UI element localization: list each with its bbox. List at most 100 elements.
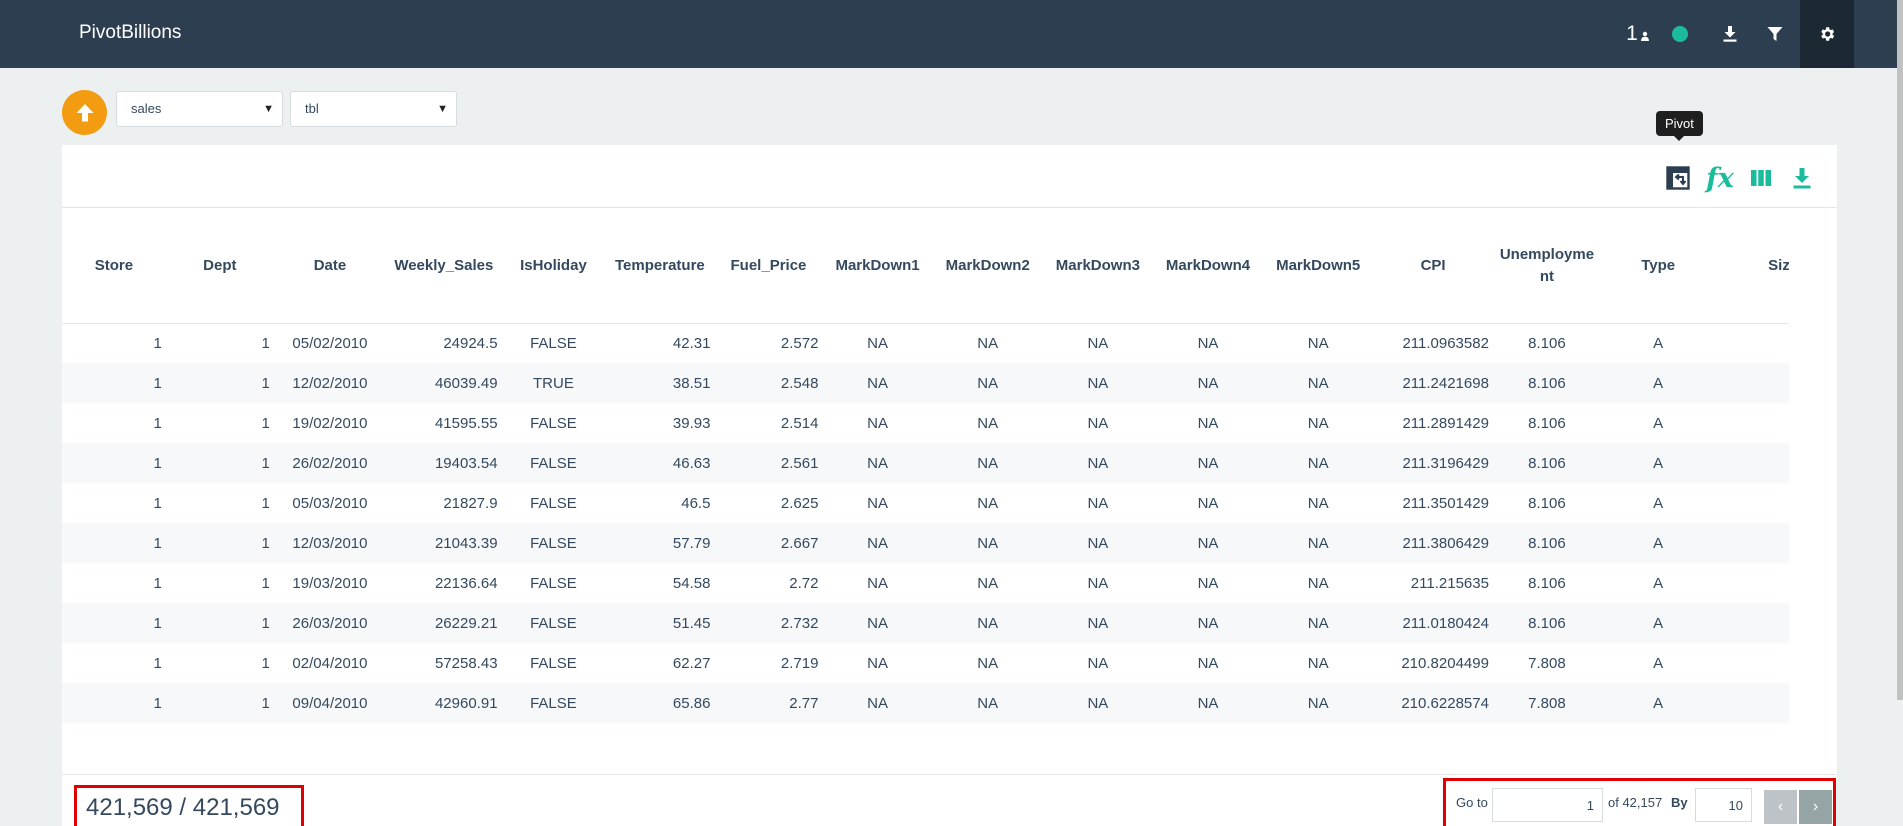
column-header[interactable]: Store	[62, 209, 166, 324]
table-cell: 02/04/2010	[292, 654, 368, 672]
status-dot-icon	[1672, 26, 1688, 42]
table-cell: 8.106	[1528, 574, 1566, 592]
table-cell: 2.732	[780, 614, 819, 632]
table-row[interactable]: 1 1 12/03/2010 21043.39 FALSE 57.79 2.667 NA NA N…	[62, 523, 1789, 563]
table-cell: 151315	[1715, 643, 1789, 683]
table-cell: NA	[977, 614, 999, 632]
table-cell: 1	[261, 694, 270, 712]
chevron-right-icon: ›	[1812, 798, 1819, 815]
table-cell: 57258.43	[434, 654, 498, 672]
prev-page-button[interactable]: ‹	[1764, 790, 1797, 824]
table-cell: 211.3196429	[1402, 454, 1489, 472]
nav-download-button[interactable]	[1710, 0, 1750, 68]
table-row[interactable]: 1 1 05/02/2010 24924.5 FALSE 42.31 2.572 NA NA NA…	[62, 323, 1789, 363]
table-cell: NA	[977, 574, 999, 592]
upload-arrow-icon	[76, 103, 93, 121]
column-header[interactable]: IsHoliday	[501, 209, 606, 324]
table-cell: 211.3806429	[1402, 534, 1489, 552]
data-grid[interactable]: Store Dept Date Weekly_Sales IsHoliday Temper…	[62, 209, 1789, 729]
page-scrollbar[interactable]	[1897, 0, 1903, 700]
table-cell: NA	[977, 414, 999, 432]
table-cell: TRUE	[533, 374, 574, 392]
table-row[interactable]: 1 1 19/03/2010 22136.64 FALSE 54.58 2.72 NA NA NA…	[62, 563, 1789, 603]
column-header[interactable]: CPI	[1373, 209, 1493, 324]
data-panel: fx Store Dept Date Weekly_Sales IsHolida…	[62, 145, 1837, 826]
table-cell: NA	[1087, 694, 1109, 712]
chevron-left-icon: ‹	[1777, 798, 1784, 815]
table-cell: NA	[1307, 534, 1329, 552]
table-cell: 22136.64	[434, 574, 498, 592]
active-users-indicator[interactable]: 1	[1613, 0, 1663, 68]
nav-settings-button[interactable]	[1800, 0, 1854, 68]
table-cell: NA	[977, 694, 999, 712]
table-cell: NA	[1087, 654, 1109, 672]
table-row[interactable]: 1 1 09/04/2010 42960.91 FALSE 65.86 2.77 NA NA NA…	[62, 683, 1789, 723]
export-button[interactable]	[1787, 163, 1817, 193]
table-select[interactable]: tbl ▼	[290, 91, 457, 127]
page-size-input[interactable]	[1695, 788, 1752, 822]
table-cell: NA	[867, 574, 888, 592]
table-cell: 26/02/2010	[292, 454, 368, 472]
column-header[interactable]: Size	[1715, 209, 1789, 324]
connection-status[interactable]	[1660, 0, 1700, 68]
table-row[interactable]: 1 1 26/02/2010 19403.54 FALSE 46.63 2.561 NA NA N…	[62, 443, 1789, 483]
table-cell: 8.106	[1528, 414, 1566, 432]
table-cell: NA	[1197, 414, 1219, 432]
column-header[interactable]: Type	[1600, 209, 1716, 324]
table-cell: NA	[1307, 454, 1329, 472]
column-header[interactable]: Fuel_Price	[714, 209, 823, 324]
table-cell: 151315	[1715, 363, 1789, 403]
table-cell: NA	[1307, 574, 1329, 592]
table-row[interactable]: 1 1 02/04/2010 57258.43 FALSE 62.27 2.719 NA NA N…	[62, 643, 1789, 683]
next-page-button[interactable]: ›	[1799, 790, 1832, 824]
table-cell: 211.2421698	[1402, 374, 1489, 392]
app-title[interactable]: PivotBillions	[79, 22, 181, 44]
table-cell: NA	[1307, 334, 1329, 352]
table-cell: 42.31	[672, 334, 711, 352]
table-cell: NA	[1087, 374, 1109, 392]
table-cell: 2.514	[780, 414, 819, 432]
nav-filter-button[interactable]	[1755, 0, 1795, 68]
table-cell: 24924.5	[443, 334, 498, 352]
column-header[interactable]: MarkDown5	[1263, 209, 1374, 324]
table-cell: NA	[867, 654, 888, 672]
table-cell: 57.79	[672, 534, 711, 552]
table-cell: A	[1653, 574, 1664, 592]
column-header[interactable]: Weekly_Sales	[386, 209, 502, 324]
table-row[interactable]: 1 1 05/03/2010 21827.9 FALSE 46.5 2.625 NA NA NA N…	[62, 483, 1789, 523]
column-header[interactable]: MarkDown2	[932, 209, 1043, 324]
table-cell: NA	[1197, 574, 1219, 592]
table-cell: 46.63	[672, 454, 711, 472]
column-header[interactable]: MarkDown4	[1152, 209, 1264, 324]
column-header[interactable]: MarkDown3	[1042, 209, 1153, 324]
table-body: 1 1 05/02/2010 24924.5 FALSE 42.31 2.572 NA NA NA…	[62, 323, 1789, 723]
table-cell: 1	[153, 374, 162, 392]
table-cell: 39.93	[672, 414, 711, 432]
column-header[interactable]: Unemployment	[1492, 209, 1601, 324]
formula-button[interactable]: fx	[1705, 163, 1735, 194]
column-header[interactable]: Temperature	[605, 209, 715, 324]
upload-button[interactable]	[62, 90, 107, 135]
export-download-icon	[1793, 167, 1811, 188]
table-row[interactable]: 1 1 19/02/2010 41595.55 FALSE 39.93 2.514 NA NA N…	[62, 403, 1789, 443]
database-select[interactable]: sales ▼	[116, 91, 283, 127]
pivot-button[interactable]	[1663, 163, 1693, 193]
table-cell: 05/03/2010	[292, 494, 368, 512]
table-row[interactable]: 1 1 26/03/2010 26229.21 FALSE 51.45 2.732 NA NA N…	[62, 603, 1789, 643]
table-cell: FALSE	[530, 694, 577, 712]
table-cell: 151315	[1715, 443, 1789, 483]
columns-button[interactable]	[1746, 163, 1776, 193]
table-cell: 1	[261, 414, 270, 432]
column-header[interactable]: MarkDown1	[822, 209, 933, 324]
page-number-input[interactable]	[1492, 788, 1603, 822]
table-cell: 38.51	[672, 374, 711, 392]
table-cell: 2.667	[780, 534, 819, 552]
table-cell: A	[1653, 374, 1664, 392]
column-header[interactable]: Dept	[165, 209, 274, 324]
table-cell: 12/02/2010	[292, 374, 368, 392]
table-cell: FALSE	[530, 414, 577, 432]
column-header[interactable]: Date	[273, 209, 387, 324]
table-row[interactable]: 1 1 12/02/2010 46039.49 TRUE 38.51 2.548 NA NA NA…	[62, 363, 1789, 403]
table-cell: 211.0180424	[1402, 614, 1489, 632]
table-cell: A	[1653, 614, 1664, 632]
